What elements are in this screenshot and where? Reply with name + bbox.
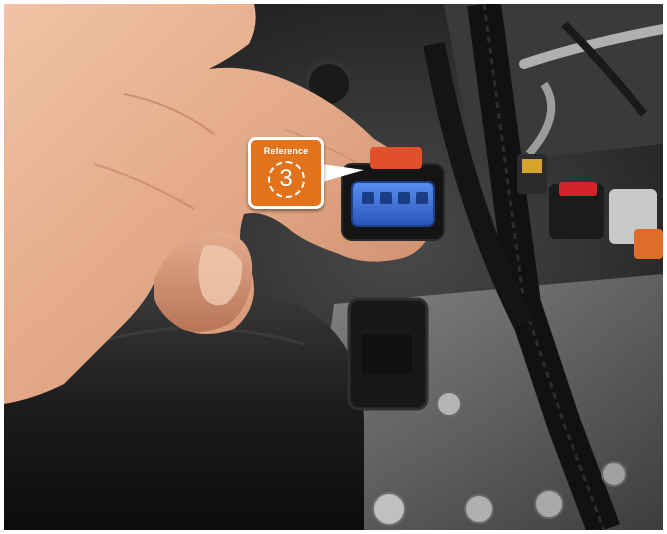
photo-frame: Reference 3 — [4, 4, 663, 530]
connector-pin-3 — [398, 192, 410, 204]
bolt-1 — [436, 391, 462, 417]
connector-pin-4 — [416, 192, 428, 204]
bolt-5 — [601, 461, 627, 487]
bolt-4 — [534, 489, 564, 519]
bolt-3 — [464, 494, 494, 524]
reference-label: Reference — [263, 146, 309, 156]
bolt-2 — [372, 492, 406, 526]
orange-tab — [634, 229, 663, 259]
reference-badge: Reference 3 — [248, 137, 324, 209]
connector-lock-tab — [370, 147, 422, 169]
sensor-yellow-label — [522, 159, 542, 173]
reference-number: 3 — [279, 165, 293, 192]
engine-bay-photo — [4, 4, 663, 530]
red-connector-lock — [559, 182, 597, 196]
connector-pin-2 — [380, 192, 392, 204]
connector-pin-1 — [362, 192, 374, 204]
sensor-label-area — [362, 334, 412, 374]
